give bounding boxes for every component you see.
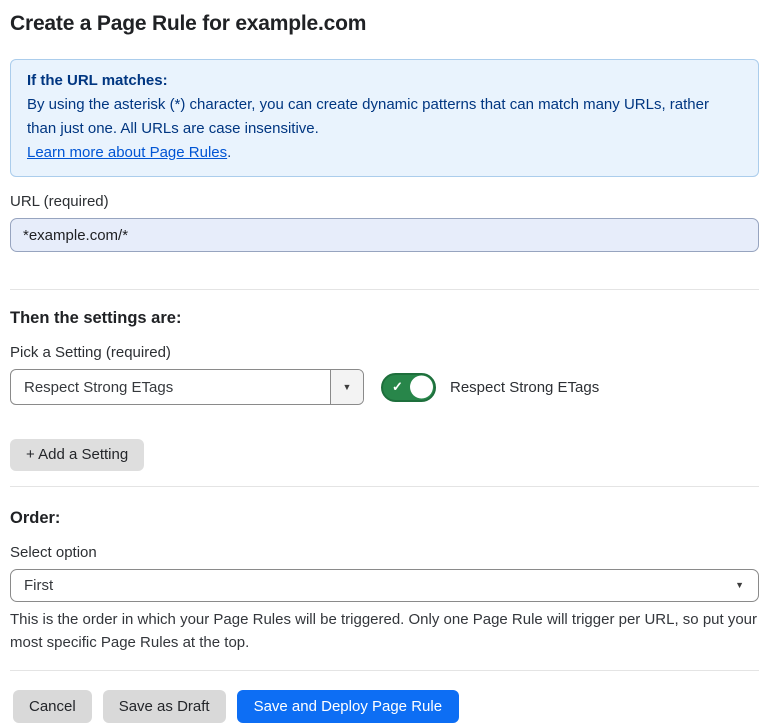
chevron-down-icon: ▼ <box>735 581 744 590</box>
setting-select-arrow-button[interactable]: ▼ <box>330 370 363 404</box>
check-icon: ✓ <box>392 380 403 393</box>
save-draft-button[interactable]: Save as Draft <box>103 690 226 723</box>
setting-row: Respect Strong ETags ▼ ✓ Respect Strong … <box>10 369 759 405</box>
setting-toggle-switch[interactable]: ✓ <box>381 373 436 402</box>
url-match-info-box: If the URL matches: By using the asteris… <box>10 59 759 177</box>
url-label: URL (required) <box>10 193 759 211</box>
order-select[interactable]: First ▼ <box>10 569 759 602</box>
info-box-heading: If the URL matches: <box>27 69 742 93</box>
cancel-button[interactable]: Cancel <box>13 690 92 723</box>
page-title: Create a Page Rule for example.com <box>10 12 759 36</box>
order-select-value: First <box>24 577 53 594</box>
url-input[interactable] <box>10 218 759 252</box>
order-section-heading: Order: <box>10 508 759 528</box>
add-setting-button[interactable]: + Add a Setting <box>10 439 144 471</box>
settings-section-heading: Then the settings are: <box>10 308 759 328</box>
setting-toggle-label: Respect Strong ETags <box>450 379 599 396</box>
section-divider <box>10 486 759 487</box>
info-box-body: By using the asterisk (*) character, you… <box>27 93 742 141</box>
save-deploy-button[interactable]: Save and Deploy Page Rule <box>237 690 459 723</box>
setting-select[interactable]: Respect Strong ETags ▼ <box>10 369 364 405</box>
order-select-label: Select option <box>10 544 759 562</box>
section-divider <box>10 289 759 290</box>
footer-actions: Cancel Save as Draft Save and Deploy Pag… <box>10 690 759 723</box>
footer-divider <box>10 670 759 671</box>
toggle-knob <box>410 376 433 399</box>
link-suffix-period: . <box>227 144 231 161</box>
info-link-row: Learn more about Page Rules. <box>27 141 742 165</box>
pick-setting-label: Pick a Setting (required) <box>10 344 759 362</box>
setting-select-value: Respect Strong ETags <box>11 379 173 396</box>
chevron-down-icon: ▼ <box>343 383 352 392</box>
create-page-rule-form: Create a Page Rule for example.com If th… <box>0 0 769 723</box>
learn-more-link[interactable]: Learn more about Page Rules <box>27 144 227 161</box>
order-help-text: This is the order in which your Page Rul… <box>10 608 759 654</box>
